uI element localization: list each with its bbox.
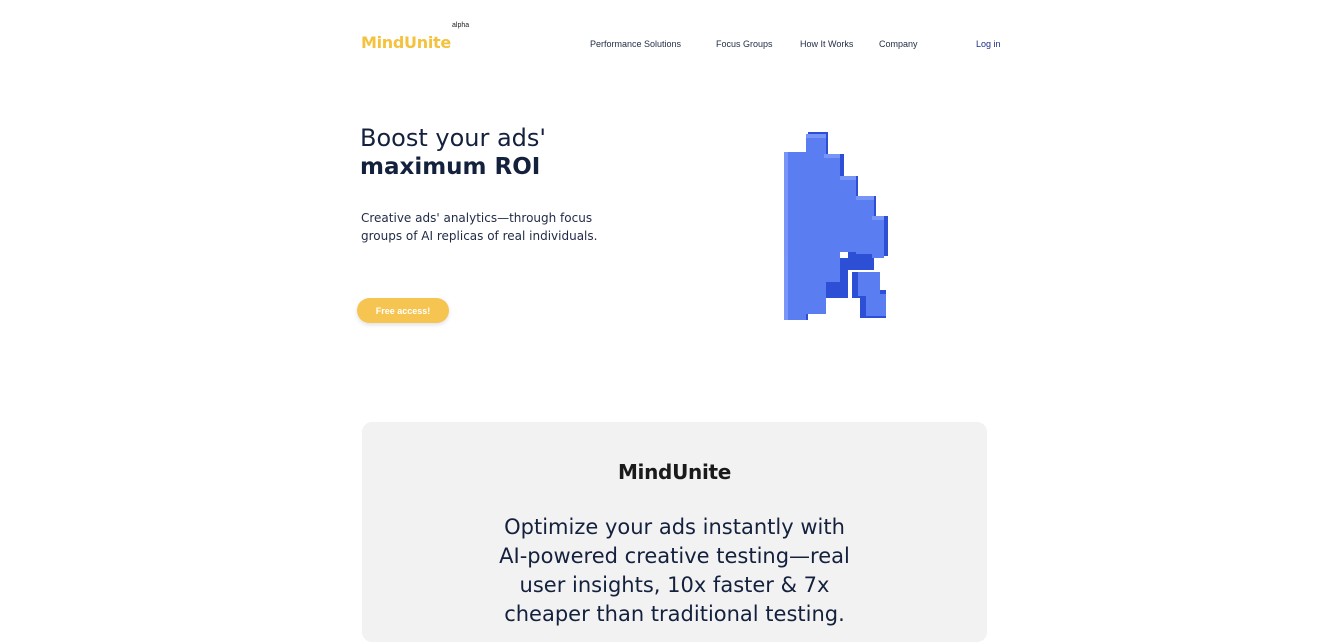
hero-title-line1: Boost your ads' [360, 124, 547, 152]
free-access-button[interactable]: Free access! [357, 298, 449, 323]
alpha-badge: alpha [452, 22, 470, 29]
hero-description: Creative ads' analytics—through focus gr… [361, 211, 598, 243]
nav-how-it-works[interactable]: How It Works [800, 39, 853, 49]
nav-company[interactable]: Company [879, 39, 918, 49]
card-text: Optimize your ads instantly with AI-powe… [499, 515, 850, 626]
nav-performance-solutions[interactable]: Performance Solutions [590, 39, 681, 49]
card-logo: MindUnite [617, 460, 732, 484]
hero-title-line2: maximum ROI [360, 154, 541, 180]
intro-card: MindUnite Optimize your ads instantly wi… [362, 422, 987, 642]
pixel-cursor-icon [784, 132, 888, 320]
nav-focus-groups[interactable]: Focus Groups [716, 39, 773, 49]
brand-logo[interactable]: MindUnite [361, 33, 451, 52]
login-link[interactable]: Log in [976, 39, 1001, 49]
